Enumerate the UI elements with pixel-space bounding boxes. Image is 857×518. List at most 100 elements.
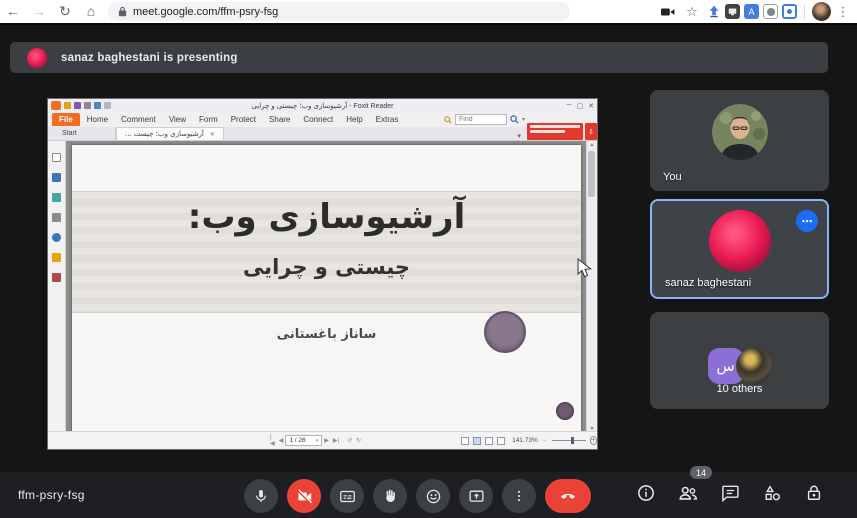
menu-help[interactable]: Help — [340, 113, 368, 126]
menu-home[interactable]: Home — [81, 113, 114, 126]
tab-list-dropdown-icon[interactable]: ▾ — [517, 132, 521, 140]
zoom-percentage: 141.73% — [512, 437, 538, 444]
zoom-out-icon[interactable]: − — [543, 438, 547, 444]
participant-tile-you[interactable]: You — [650, 90, 829, 191]
chat-icon[interactable] — [718, 481, 742, 505]
close-icon[interactable]: ✕ — [588, 102, 594, 110]
menu-comment[interactable]: Comment — [115, 113, 162, 126]
signature-panel-icon[interactable] — [52, 273, 61, 282]
camera-off-button[interactable] — [287, 479, 321, 513]
mic-button[interactable] — [244, 479, 278, 513]
meeting-details-icon[interactable] — [634, 481, 658, 505]
tile-more-options-icon[interactable]: ⋯ — [796, 210, 818, 232]
foxit-app-icon — [51, 101, 61, 110]
menu-share[interactable]: Share — [263, 113, 296, 126]
security-panel-icon[interactable] — [52, 253, 61, 262]
menu-file[interactable]: File — [52, 113, 80, 126]
reload-icon[interactable]: ↻ — [52, 0, 78, 23]
address-bar[interactable]: meet.google.com/ffm-psry-fsg — [108, 2, 570, 21]
qat-print-icon[interactable] — [84, 102, 91, 109]
present-button[interactable] — [459, 479, 493, 513]
continuous-facing-view-icon[interactable] — [497, 437, 505, 445]
tab-document[interactable]: آرشیوسازی وب؛ چیست ... ✕ — [116, 127, 224, 140]
extension-translate-icon[interactable]: A — [744, 4, 759, 19]
promo-text-line — [530, 125, 580, 128]
activities-icon[interactable] — [760, 481, 784, 505]
tab-close-icon[interactable]: ✕ — [210, 131, 215, 138]
menu-extras[interactable]: Extras — [370, 113, 405, 126]
page-number-box[interactable]: 1 / 26 ▾ — [285, 435, 322, 446]
zoom-slider-knob[interactable] — [571, 437, 574, 444]
search-icon[interactable] — [510, 115, 519, 124]
participants-icon[interactable] — [676, 481, 700, 505]
sanaz-avatar — [709, 210, 771, 272]
tab-start[interactable]: Start — [54, 127, 116, 140]
media-cast-icon[interactable] — [658, 2, 678, 22]
extension-grey-icon[interactable] — [725, 4, 740, 19]
menu-form[interactable]: Form — [193, 113, 224, 126]
participant-tile-sanaz[interactable]: ⋯ sanaz baghestani — [650, 199, 829, 299]
find-options-icon[interactable]: ▾ — [522, 116, 525, 123]
promo-close-icon[interactable]: ⇩ — [585, 123, 597, 140]
first-page-icon[interactable]: |◀ — [270, 434, 275, 447]
participant-label: sanaz baghestani — [665, 277, 751, 289]
qat-save-icon[interactable] — [74, 102, 81, 109]
qat-undo-icon[interactable] — [94, 102, 101, 109]
layers-panel-icon[interactable] — [52, 193, 61, 202]
menu-connect[interactable]: Connect — [297, 113, 339, 126]
forward-icon[interactable]: → — [26, 0, 52, 23]
raise-hand-button[interactable] — [373, 479, 407, 513]
next-page-icon[interactable]: ▶ — [324, 437, 329, 444]
presenting-text: sanaz baghestani is presenting — [61, 52, 238, 64]
prev-page-icon[interactable]: ◀ — [279, 437, 284, 444]
continuous-view-icon[interactable] — [473, 437, 481, 445]
extension-circle-icon[interactable] — [763, 4, 778, 19]
zoom-slider[interactable] — [552, 440, 585, 441]
reactions-button[interactable] — [416, 479, 450, 513]
participant-tile-others[interactable]: س 10 others — [650, 312, 829, 409]
more-options-button[interactable] — [502, 479, 536, 513]
menu-view[interactable]: View — [163, 113, 192, 126]
scroll-up-icon[interactable]: ▲ — [587, 142, 597, 148]
extension-download-icon[interactable] — [706, 4, 721, 19]
back-icon[interactable]: ← — [0, 0, 26, 23]
qat-open-icon[interactable] — [64, 102, 71, 109]
promo-banner[interactable] — [527, 123, 583, 140]
profile-avatar[interactable] — [812, 2, 831, 21]
you-avatar — [712, 104, 768, 160]
comments-panel-icon[interactable] — [52, 213, 61, 222]
participant-count-badge: 14 — [690, 466, 712, 479]
facing-view-icon[interactable] — [485, 437, 493, 445]
attachments-panel-icon[interactable] — [52, 233, 61, 242]
end-call-button[interactable] — [545, 479, 591, 513]
rotate-left-icon[interactable]: ↺ — [347, 437, 352, 444]
meeting-code: ffm-psry-fsg — [18, 488, 85, 502]
page-dropdown-icon[interactable]: ▾ — [316, 438, 319, 444]
browser-toolbar: ← → ↻ ⌂ meet.google.com/ffm-psry-fsg ☆ A — [0, 0, 857, 25]
home-icon[interactable]: ⌂ — [78, 0, 104, 23]
single-page-view-icon[interactable] — [461, 437, 469, 445]
find-input[interactable] — [455, 114, 507, 125]
call-controls — [244, 479, 591, 513]
bookmark-star-icon[interactable]: ☆ — [682, 2, 702, 22]
pdf-vertical-scrollbar[interactable]: ▲ ▼ — [586, 141, 596, 433]
last-page-icon[interactable]: ▶| — [333, 437, 339, 444]
qat-redo-icon[interactable] — [104, 102, 111, 109]
minimize-icon[interactable]: ─ — [567, 102, 572, 110]
tab-document-label: آرشیوسازی وب؛ چیست ... — [125, 130, 204, 138]
foxit-titlebar: آرشیوسازی وب؛ چیستی و چرایی - Foxit Read… — [48, 99, 597, 112]
browser-actions: ☆ A ⋮ — [658, 2, 857, 22]
pages-panel-icon[interactable] — [52, 173, 61, 182]
captions-button[interactable] — [330, 479, 364, 513]
bookmarks-panel-icon[interactable] — [52, 153, 61, 162]
host-controls-icon[interactable] — [802, 481, 826, 505]
rotate-right-icon[interactable]: ↻ — [356, 437, 361, 444]
restore-icon[interactable]: ▢ — [577, 102, 584, 110]
browser-menu-icon[interactable]: ⋮ — [835, 4, 851, 20]
scrollbar-thumb[interactable] — [588, 151, 595, 197]
extension-screenshot-icon[interactable] — [782, 4, 797, 19]
slide-title-line1: آرشیوسازی وب: — [72, 197, 581, 237]
menu-protect[interactable]: Protect — [225, 113, 262, 126]
others-avatar-group: س — [708, 348, 772, 384]
zoom-in-icon[interactable]: + — [590, 436, 597, 445]
